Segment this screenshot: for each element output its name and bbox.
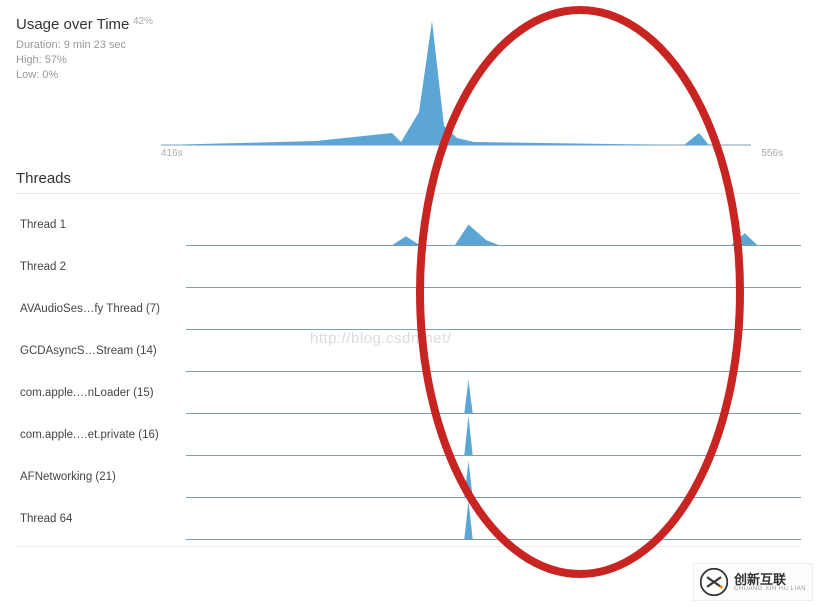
thread-chart — [186, 498, 801, 540]
thread-chart — [186, 246, 801, 288]
thread-chart — [186, 414, 801, 456]
logo-text-en: CHUANG XIN HU LIAN — [734, 586, 806, 592]
thread-row: com.apple.…nLoader (15) — [16, 372, 801, 414]
thread-chart — [186, 288, 801, 330]
thread-label: Thread 1 — [16, 204, 186, 246]
threads-header: Threads — [16, 170, 801, 194]
thread-label: Thread 2 — [16, 246, 186, 288]
usage-chart: 42% 416s 556s — [161, 16, 801, 146]
thread-label: AVAudioSes…fy Thread (7) — [16, 288, 186, 330]
x-axis-start: 416s — [161, 148, 183, 159]
usage-duration: Duration: 9 min 23 sec — [16, 38, 161, 53]
thread-label: AFNetworking (21) — [16, 456, 186, 498]
thread-row: Thread 64 — [16, 498, 801, 540]
usage-low: Low: 0% — [16, 68, 161, 83]
thread-chart — [186, 456, 801, 498]
thread-row: Thread 2 — [16, 246, 801, 288]
thread-row: GCDAsyncS…Stream (14) — [16, 330, 801, 372]
thread-label: com.apple.…nLoader (15) — [16, 372, 186, 414]
x-axis-end: 556s — [761, 148, 783, 159]
logo-text-cn: 创新互联 — [734, 573, 806, 586]
logo-icon — [700, 568, 728, 596]
thread-chart — [186, 372, 801, 414]
thread-label: com.apple.…et.private (16) — [16, 414, 186, 456]
logo: 创新互联 CHUANG XIN HU LIAN — [693, 563, 813, 601]
usage-high: High: 57% — [16, 53, 161, 68]
y-axis-label: 42% — [133, 16, 153, 27]
thread-chart — [186, 330, 801, 372]
thread-row: com.apple.…et.private (16) — [16, 414, 801, 456]
thread-row: AVAudioSes…fy Thread (7) — [16, 288, 801, 330]
thread-row: AFNetworking (21) — [16, 456, 801, 498]
thread-row: Thread 1 — [16, 204, 801, 246]
thread-chart — [186, 204, 801, 246]
thread-label: Thread 64 — [16, 498, 186, 540]
thread-label: GCDAsyncS…Stream (14) — [16, 330, 186, 372]
